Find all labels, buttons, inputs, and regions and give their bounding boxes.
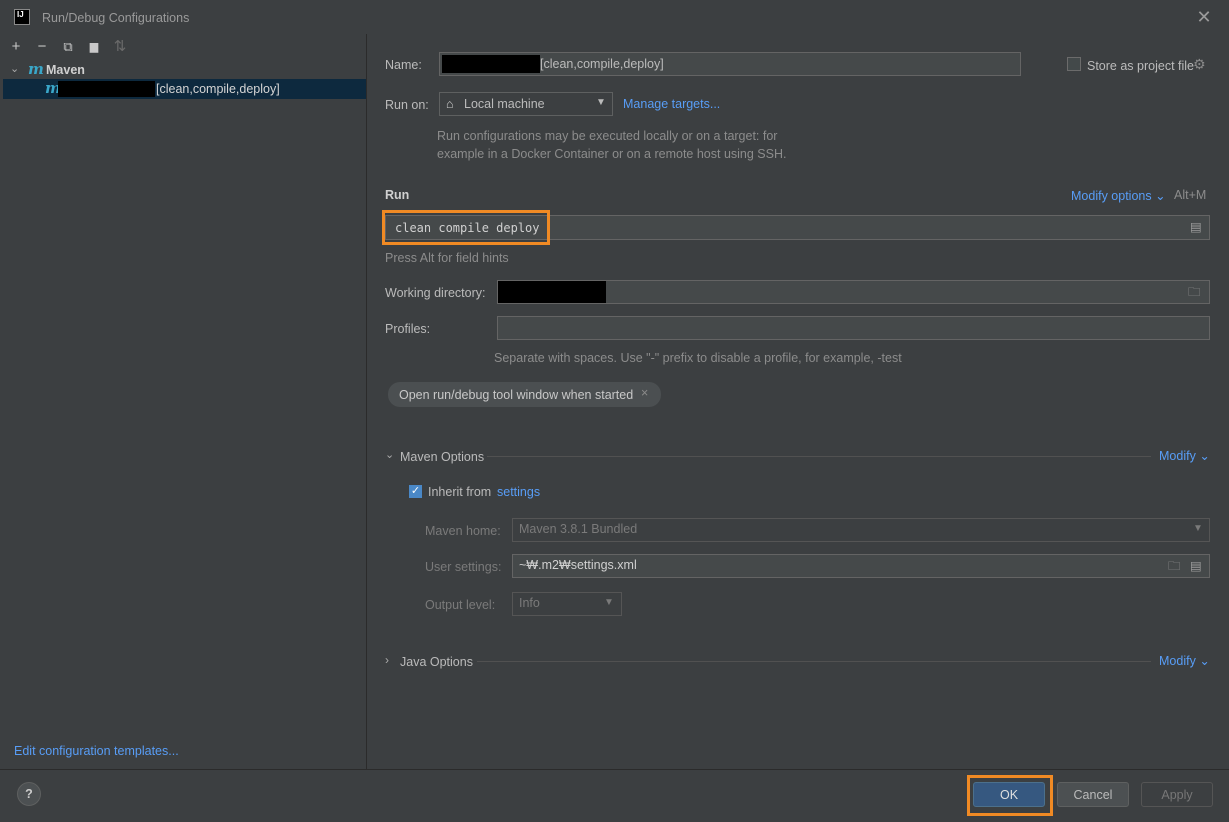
folder-browse-icon[interactable]: 🗀 (1168, 556, 1181, 576)
section-divider (487, 456, 1151, 457)
run-on-label: Run on: (385, 98, 429, 112)
run-on-value: Local machine (464, 97, 545, 111)
run-on-hint-line2: example in a Docker Container or on a re… (437, 147, 787, 161)
chevron-down-icon: ⌄ (1199, 654, 1210, 668)
add-icon[interactable]: + (6, 37, 26, 57)
inherit-settings-checkbox[interactable]: ✓ (409, 485, 422, 498)
profiles-hint: Separate with spaces. Use "-" prefix to … (494, 351, 902, 365)
close-icon[interactable]: ✕ (1193, 6, 1215, 28)
intellij-app-icon: IJ (14, 9, 30, 25)
run-on-hint-line1: Run configurations may be executed local… (437, 129, 778, 143)
chevron-right-icon[interactable]: › (385, 653, 389, 667)
dialog-title-bar: IJ Run/Debug Configurations ✕ (0, 0, 1229, 35)
apply-button[interactable]: Apply (1141, 782, 1213, 807)
tree-item-config-selected[interactable]: m [clean,compile,deploy] (3, 79, 366, 99)
run-on-select[interactable]: ⌂ Local machine ▼ (439, 92, 613, 116)
dropdown-arrow-icon: ▼ (1193, 523, 1203, 534)
modify-options-shortcut: Alt+M (1174, 188, 1207, 202)
chevron-down-icon: ⌄ (1155, 189, 1166, 203)
java-modify-label: Modify (1159, 654, 1196, 668)
section-divider (477, 661, 1151, 662)
maven-options-title[interactable]: Maven Options (400, 450, 484, 464)
redacted-working-directory (498, 281, 606, 303)
name-suffix: [clean,compile,deploy] (540, 57, 664, 71)
name-input[interactable]: [clean,compile,deploy] (439, 52, 1021, 76)
settings-link[interactable]: settings (497, 485, 540, 499)
sort-icon[interactable]: ⇅ (110, 37, 130, 57)
home-icon: ⌂ (446, 97, 454, 111)
help-button[interactable]: ? (17, 782, 41, 806)
maven-icon: m (28, 60, 44, 78)
user-settings-label: User settings: (425, 560, 502, 574)
dialog-footer: ? OK Cancel Apply (0, 769, 1229, 822)
open-tool-window-chip[interactable]: Open run/debug tool window when started … (388, 382, 661, 407)
expand-text-icon[interactable]: ▤ (1190, 217, 1202, 237)
inherit-from-label: Inherit from (428, 485, 492, 499)
maven-home-value: Maven 3.8.1 Bundled (519, 522, 638, 536)
java-options-title[interactable]: Java Options (400, 655, 473, 669)
maven-home-label: Maven home: (425, 524, 501, 538)
output-level-value: Info (519, 596, 540, 610)
manage-targets-link[interactable]: Manage targets... (623, 97, 720, 111)
configurations-panel: + − ⧉ ▆ ⇅ ⌄ m Maven m [clean,compile,dep… (0, 34, 367, 769)
maven-modify-label: Modify (1159, 449, 1196, 463)
modify-options-label: Modify options (1071, 189, 1152, 203)
working-directory-label: Working directory: (385, 286, 486, 300)
java-options-modify-link[interactable]: Modify ⌄ (1159, 653, 1210, 668)
output-level-select[interactable]: Info ▼ (512, 592, 622, 616)
output-level-label: Output level: (425, 598, 496, 612)
dialog-title: Run/Debug Configurations (42, 11, 190, 25)
profiles-input[interactable] (497, 316, 1210, 340)
name-label: Name: (385, 58, 422, 72)
tree-group-label: Maven (46, 63, 85, 77)
chip-label: Open run/debug tool window when started (399, 388, 634, 402)
dropdown-arrow-icon: ▼ (604, 597, 614, 608)
maven-home-select[interactable]: Maven 3.8.1 Bundled ▼ (512, 518, 1210, 542)
maven-options-modify-link[interactable]: Modify ⌄ (1159, 448, 1210, 463)
remove-icon[interactable]: − (32, 37, 52, 57)
expand-text-icon[interactable]: ▤ (1190, 556, 1202, 576)
profiles-label: Profiles: (385, 322, 431, 336)
configuration-editor: Name: [clean,compile,deploy] Store as pr… (367, 34, 1229, 769)
dropdown-arrow-icon: ▼ (596, 97, 606, 108)
chevron-down-icon[interactable]: ⌄ (385, 448, 394, 461)
chip-close-icon[interactable]: × (641, 386, 648, 400)
redacted-config-name (58, 81, 155, 97)
copy-icon[interactable]: ⧉ (58, 37, 78, 57)
modify-options-link[interactable]: Modify options ⌄ (1071, 188, 1166, 203)
highlight-ok-button (967, 775, 1053, 816)
store-project-file-label: Store as project file (1087, 59, 1194, 73)
highlight-command-box (382, 210, 550, 245)
store-project-file-checkbox[interactable] (1067, 57, 1081, 71)
folder-icon[interactable]: ▆ (84, 37, 104, 57)
user-settings-value: ~₩.m2₩settings.xml (519, 558, 637, 572)
alt-hint-text: Press Alt for field hints (385, 251, 509, 265)
edit-configuration-templates-link[interactable]: Edit configuration templates... (14, 744, 179, 758)
redacted-name (442, 55, 540, 73)
folder-browse-icon[interactable]: 🗀 (1188, 282, 1201, 302)
run-section-title: Run (385, 188, 410, 202)
tree-config-label: [clean,compile,deploy] (156, 82, 280, 96)
chevron-down-icon: ⌄ (1199, 449, 1210, 463)
chevron-down-icon[interactable]: ⌄ (10, 62, 19, 75)
user-settings-input[interactable]: ~₩.m2₩settings.xml 🗀 ▤ (512, 554, 1210, 578)
tree-item-maven[interactable]: ⌄ m Maven (3, 60, 366, 80)
gear-icon[interactable]: ⚙ (1193, 56, 1206, 73)
cancel-button[interactable]: Cancel (1057, 782, 1129, 807)
working-directory-input[interactable]: 🗀 (497, 280, 1210, 304)
